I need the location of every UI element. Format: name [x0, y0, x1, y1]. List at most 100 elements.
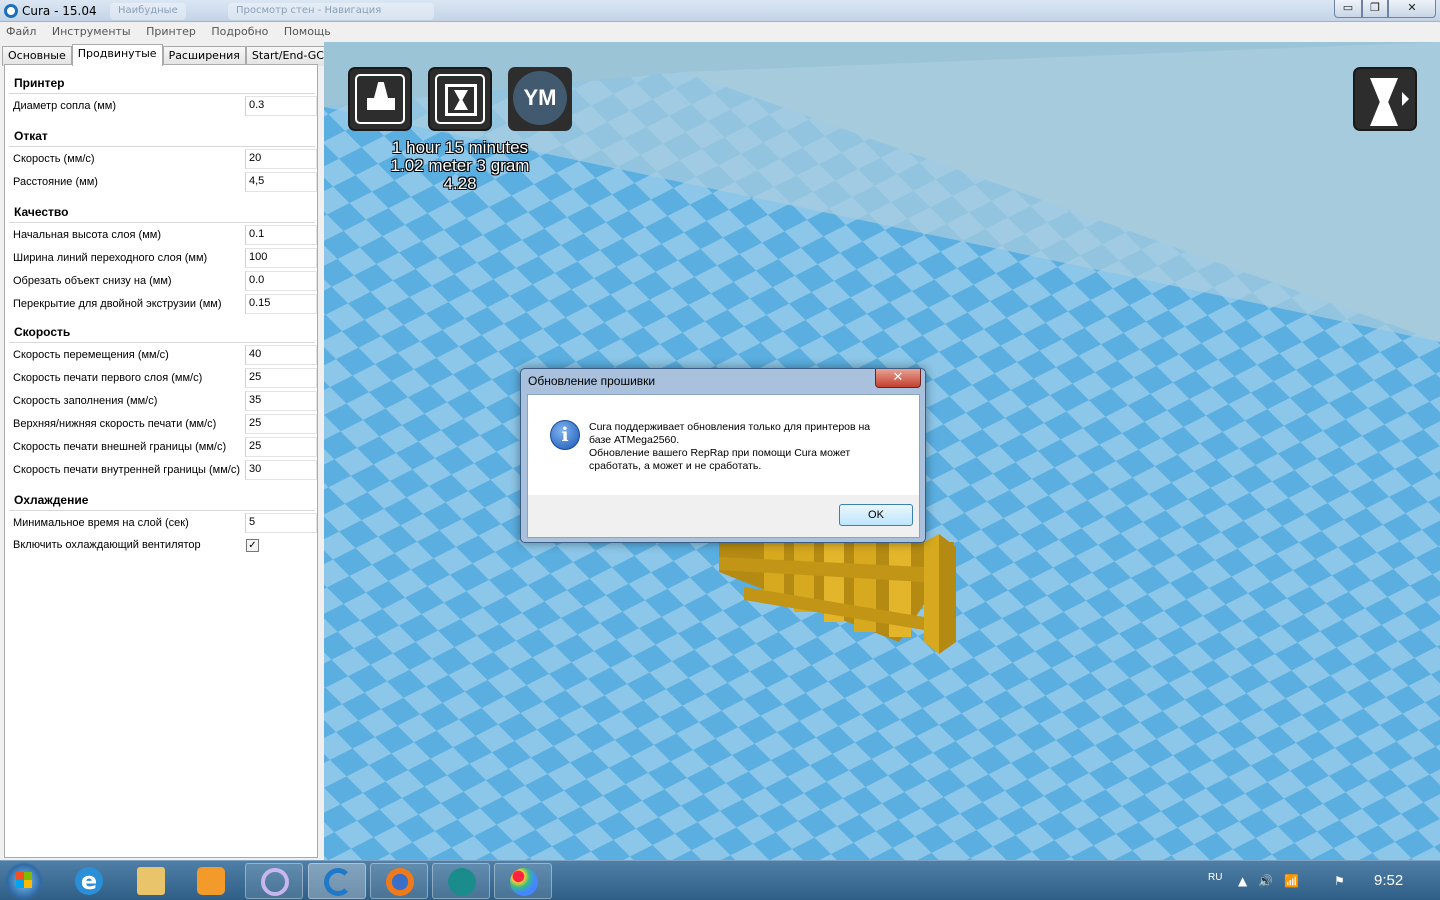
taskbar-cura[interactable] [308, 863, 366, 899]
divider [9, 510, 315, 511]
youmagine-button[interactable]: YM [508, 67, 572, 131]
clock[interactable]: 9:52 [1374, 872, 1403, 889]
cooling-fan-checkbox[interactable]: ✓ [246, 539, 259, 552]
nozzle-size-input[interactable]: 0.3 [245, 96, 317, 116]
dual-extrusion-overlap-label: Перекрытие для двойной экструзии (мм) [13, 298, 222, 310]
inner-shell-speed-label: Скорость печати внутренней границы (мм/с… [13, 464, 241, 476]
action-center-icon[interactable]: ⚑ [1334, 874, 1345, 888]
nozzle-size-label: Диаметр сопла (мм) [13, 100, 116, 112]
dialog-title: Обновление прошивки [528, 374, 656, 388]
divider [9, 146, 315, 147]
close-window-button[interactable]: ✕ [1388, 0, 1436, 18]
print-material: 1.02 meter 3 gram [390, 156, 530, 175]
load-model-button[interactable] [348, 67, 412, 131]
firefox-icon [386, 868, 414, 896]
taskbar-ie[interactable]: e [60, 863, 118, 899]
firmware-update-dialog: Обновление прошивки ✕ i Cura поддерживае… [520, 368, 926, 543]
arduino-icon [448, 868, 476, 896]
dual-extrusion-overlap-input[interactable]: 0.15 [245, 294, 317, 314]
section-speed: Скорость [14, 325, 71, 339]
network-icon[interactable]: 📶 [1284, 874, 1299, 888]
cura-logo-icon [4, 4, 18, 18]
internet-explorer-icon: e [75, 867, 103, 895]
taskbar-arduino[interactable] [432, 863, 490, 899]
dialog-body: i Cura поддерживает обновления только дл… [527, 394, 920, 495]
travel-speed-label: Скорость перемещения (мм/с) [13, 349, 169, 361]
initial-layer-height-label: Начальная высота слоя (мм) [13, 229, 161, 241]
initial-layer-height-input[interactable]: 0.1 [245, 225, 317, 245]
infill-speed-input[interactable]: 35 [245, 391, 317, 411]
maximize-button[interactable]: ❐ [1362, 0, 1388, 18]
volume-icon[interactable]: 🔊 [1258, 874, 1273, 888]
section-retraction: Откат [14, 129, 48, 143]
message-line: Обновление вашего RepRap при помощи Cura… [589, 447, 851, 459]
language-indicator[interactable]: RU [1208, 872, 1222, 883]
divider [9, 222, 315, 223]
min-layer-time-input[interactable]: 5 [245, 513, 317, 533]
divider [9, 342, 315, 343]
section-quality: Качество [14, 205, 69, 219]
ok-button[interactable]: OK [839, 504, 913, 526]
travel-speed-input[interactable]: 40 [245, 345, 317, 365]
menu-file[interactable]: Файл [0, 22, 42, 38]
info-icon: i [550, 420, 580, 450]
print-button[interactable] [428, 67, 492, 131]
settings-panel: Основные Продвинутые Расширения Start/En… [0, 42, 351, 860]
message-line: базе ATMega2560. [589, 434, 680, 446]
menu-expert[interactable]: Подробно [205, 22, 274, 38]
top-bottom-speed-label: Верхняя/нижняя скорость печати (мм/с) [13, 418, 217, 430]
youmagine-icon: YM [513, 71, 567, 125]
view-mode-icon [1360, 74, 1410, 126]
inner-shell-speed-input[interactable]: 30 [245, 460, 317, 480]
initial-layer-width-label: Ширина линий переходного слоя (мм) [13, 252, 208, 264]
taskbar-media-player[interactable] [182, 863, 240, 899]
view-mode-button[interactable] [1353, 67, 1417, 131]
min-layer-time-label: Минимальное время на слой (сек) [13, 517, 189, 529]
message-line: Cura поддерживает обновления только для … [589, 421, 871, 433]
section-printer: Принтер [14, 76, 65, 90]
menu-help[interactable]: Помощь [278, 22, 337, 38]
cut-off-bottom-input[interactable]: 0.0 [245, 271, 317, 291]
taskbar-explorer[interactable] [122, 863, 180, 899]
cura-icon [324, 868, 352, 896]
tab-advanced[interactable]: Продвинутые [71, 44, 163, 66]
dialog-message: Cura поддерживает обновления только для … [589, 421, 899, 473]
cooling-fan-label: Включить охлаждающий вентилятор [13, 539, 201, 551]
bottom-layer-speed-input[interactable]: 25 [245, 368, 317, 388]
bottom-layer-speed-label: Скорость печати первого слоя (мм/с) [13, 372, 203, 384]
printer-icon [435, 74, 485, 124]
taskbar-firefox[interactable] [370, 863, 428, 899]
retraction-distance-input[interactable]: 4,5 [245, 172, 317, 192]
retraction-distance-label: Расстояние (мм) [13, 176, 98, 188]
ghost-tab-1: Наибудные [110, 3, 186, 20]
menu-bar: Файл Инструменты Принтер Подробно Помощь [0, 22, 1440, 42]
tray-expand-icon[interactable]: ▲ [1238, 874, 1247, 888]
settings-list: Принтер Диаметр сопла (мм) 0.3 Откат Ско… [4, 64, 318, 858]
retraction-speed-label: Скорость (мм/с) [13, 153, 95, 165]
taskbar-cura-ghost[interactable] [245, 863, 303, 899]
cura-icon [261, 868, 289, 896]
dialog-close-button[interactable]: ✕ [875, 369, 921, 388]
print-time: 1 hour 15 minutes [391, 138, 529, 157]
settings-tabs: Основные Продвинутые Расширения Start/En… [2, 44, 351, 66]
section-cooling: Охлаждение [14, 493, 89, 507]
title-bar: Cura - 15.04 Наибудные Просмотр стен - Н… [0, 0, 1440, 22]
start-button[interactable] [4, 862, 44, 900]
load-icon [355, 74, 405, 124]
initial-layer-width-input[interactable]: 100 [245, 248, 317, 268]
menu-tools[interactable]: Инструменты [46, 22, 137, 38]
infill-speed-label: Скорость заполнения (мм/с) [13, 395, 158, 407]
tab-plugins[interactable]: Расширения [162, 46, 246, 66]
outer-shell-speed-label: Скорость печати внешней границы (мм/с) [13, 441, 227, 453]
window-title: Cura - 15.04 [22, 4, 97, 18]
outer-shell-speed-input[interactable]: 25 [245, 437, 317, 457]
top-bottom-speed-input[interactable]: 25 [245, 414, 317, 434]
minimize-button[interactable]: ▭ [1334, 0, 1362, 18]
divider [9, 93, 315, 94]
retraction-speed-input[interactable]: 20 [245, 149, 317, 169]
tab-basic[interactable]: Основные [2, 46, 72, 66]
media-player-icon [197, 867, 225, 895]
print-cost: 4.28 [443, 174, 477, 193]
menu-printer[interactable]: Принтер [140, 22, 202, 38]
taskbar-paint[interactable] [494, 863, 552, 899]
